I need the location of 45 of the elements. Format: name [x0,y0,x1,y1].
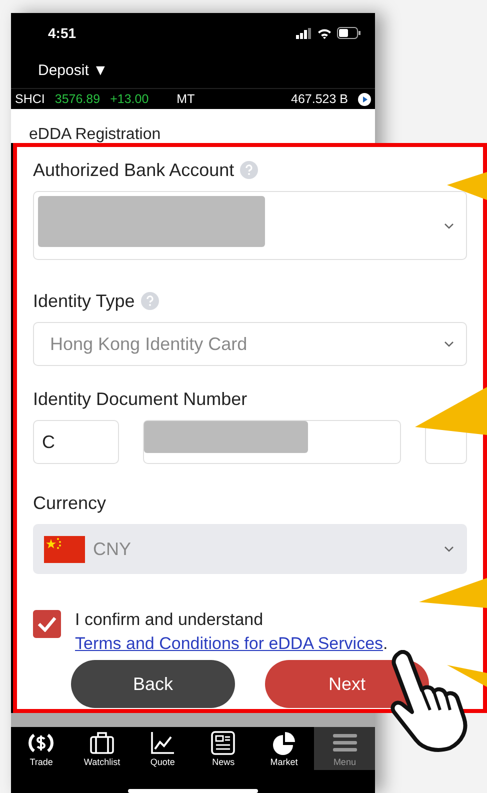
play-icon[interactable] [358,92,371,106]
tab-bar-item[interactable]: News [193,727,254,770]
turnover-value: 467.523 B [291,92,348,106]
signal-icon [296,28,312,38]
index-change: +13.00 [110,92,149,106]
back-button[interactable]: Back [71,660,235,708]
checkmark-icon [37,616,57,632]
wifi-icon [317,28,332,38]
callout-pointer [415,387,487,435]
help-icon[interactable] [240,161,258,179]
chevron-down-icon [444,341,454,347]
callout-pointer [447,172,487,202]
china-flag-icon [44,536,85,562]
help-icon[interactable] [140,292,159,310]
tab-bar-item[interactable]: Watchlist [72,727,132,770]
page-title: eDDA Registration [29,127,161,143]
index-value: 3576.89 [54,92,100,106]
newspaper-icon [210,730,236,754]
tab-bar-item[interactable]: Market [254,727,314,770]
battery-icon [337,27,361,39]
status-time: 4:51 [48,25,76,41]
tab-bar-item[interactable]: Quote [132,727,194,770]
line-chart-icon [150,730,176,754]
chevron-down-icon [444,546,454,552]
chevron-down-icon [444,222,454,228]
callout-pointer [419,578,487,608]
terms-link[interactable]: Terms and Conditions for eDDA Services [75,634,384,653]
agreement-checkbox[interactable] [33,610,61,638]
agreement-text: I confirm and understand Terms and Conditions for eDDA Services. [75,609,389,655]
briefcase-icon [89,730,115,754]
pie-chart-icon [271,730,298,754]
id-number-field[interactable] [142,420,402,464]
field-label: Authorized Bank Account [33,160,234,180]
field-label: Currency [33,492,106,514]
market-label: MT [176,92,195,106]
field-label: Identity Type [33,290,135,312]
tab-bar-item[interactable]: Menu [314,727,376,770]
callout-pointer [447,665,487,687]
field-label: Identity Document Number [33,388,248,410]
index-name: SHCI [15,92,45,106]
tab-bar-item[interactable]: Trade [11,727,72,770]
page-menu-title[interactable]: Deposit ▼ [38,62,108,79]
bank-account-select[interactable] [33,191,467,260]
id-prefix-field[interactable]: C [33,420,119,464]
identity-type-select[interactable]: Hong Kong Identity Card [33,322,467,366]
